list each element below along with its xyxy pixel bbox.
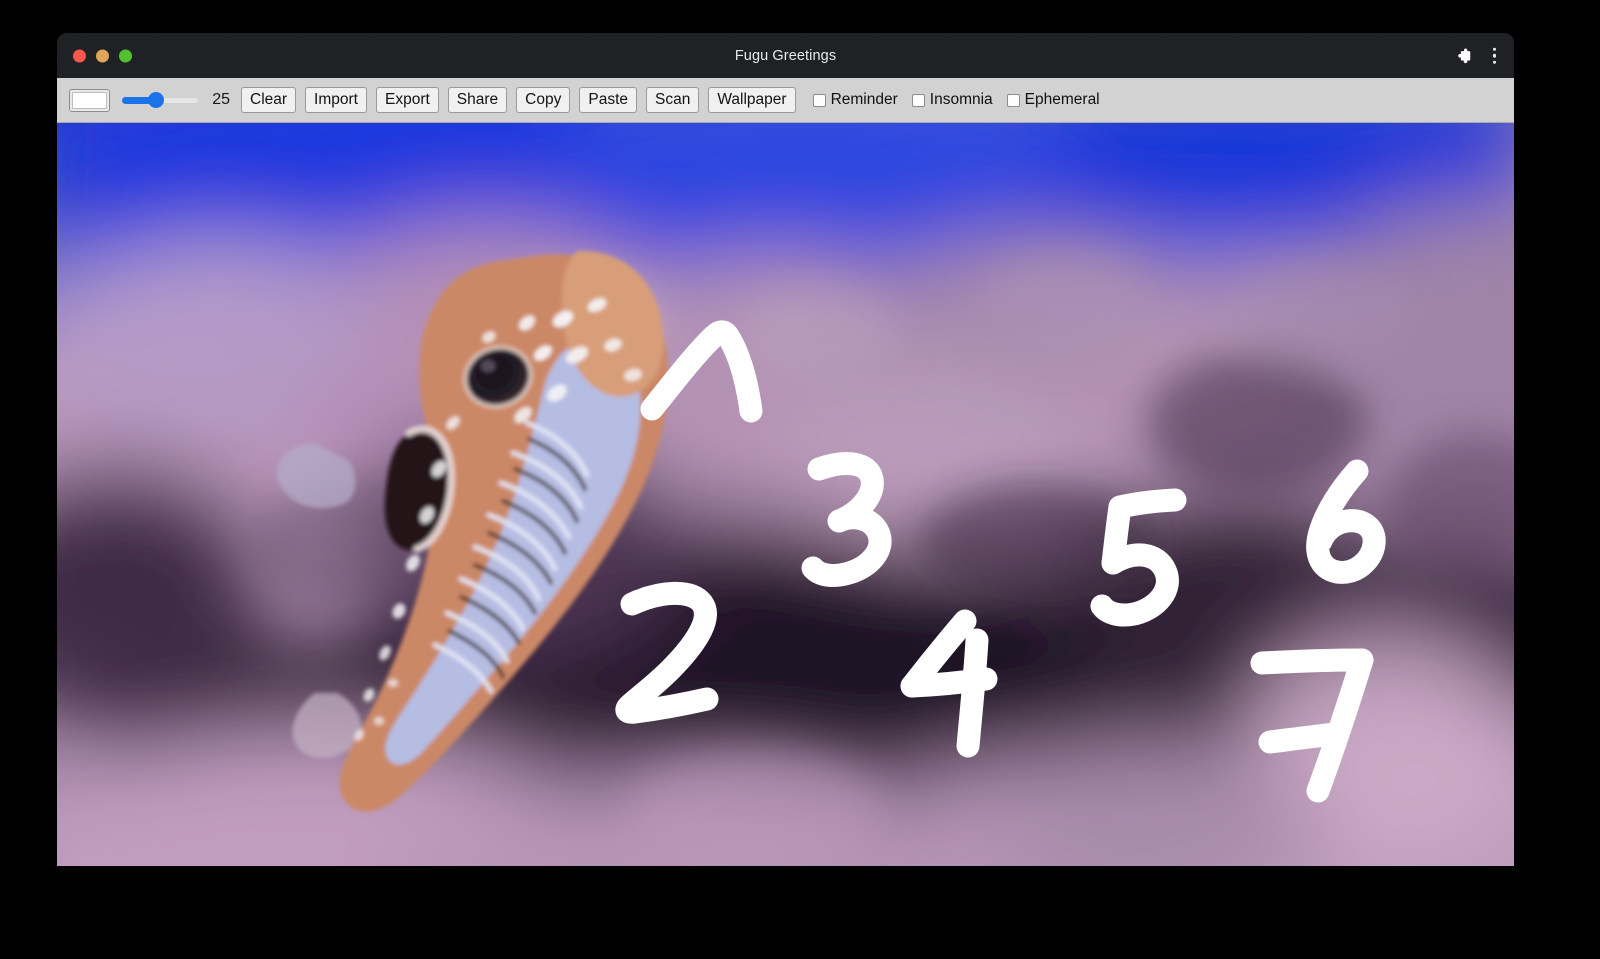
traffic-lights	[73, 49, 132, 62]
color-picker-swatch[interactable]	[69, 88, 110, 112]
insomnia-checkbox[interactable]: Insomnia	[911, 91, 993, 109]
slider-fill	[122, 96, 152, 104]
clear-button[interactable]: Clear	[241, 86, 297, 114]
window-title: Fugu Greetings	[734, 47, 837, 64]
export-button[interactable]: Export	[375, 86, 439, 114]
maximize-window-button[interactable]	[119, 49, 132, 62]
minimize-window-button[interactable]	[96, 49, 109, 62]
slider-thumb[interactable]	[148, 92, 165, 108]
copy-button[interactable]: Copy	[516, 86, 571, 114]
scan-button[interactable]: Scan	[646, 86, 700, 114]
screen: Fugu Greetings 25 Clear Import Export Sh…	[0, 0, 1600, 959]
share-button[interactable]: Share	[447, 86, 508, 114]
browser-menu-icon[interactable]	[1488, 44, 1502, 67]
pen-size-slider[interactable]	[122, 89, 199, 111]
ephemeral-checkbox-label: Ephemeral	[1024, 91, 1100, 108]
reminder-checkbox-label: Reminder	[830, 91, 898, 108]
wallpaper-button[interactable]: Wallpaper	[708, 86, 796, 114]
ephemeral-checkbox[interactable]: Ephemeral	[1006, 91, 1100, 109]
insomnia-checkbox-box[interactable]	[911, 93, 925, 107]
drawing-canvas[interactable]	[57, 123, 1514, 866]
ephemeral-checkbox-box[interactable]	[1006, 93, 1020, 107]
title-bar: Fugu Greetings	[57, 33, 1514, 78]
toolbar-checkboxes: Reminder Insomnia Ephemeral	[812, 91, 1100, 109]
import-button[interactable]: Import	[305, 86, 367, 114]
extensions-icon[interactable]	[1454, 46, 1474, 66]
app-window: Fugu Greetings 25 Clear Import Export Sh…	[57, 33, 1514, 866]
pen-size-value: 25	[212, 91, 230, 108]
insomnia-checkbox-label: Insomnia	[929, 91, 993, 108]
reminder-checkbox[interactable]: Reminder	[812, 91, 898, 109]
app-toolbar: 25 Clear Import Export Share Copy Paste …	[57, 78, 1514, 123]
ink-layer	[57, 123, 1514, 866]
close-window-button[interactable]	[73, 49, 86, 62]
paste-button[interactable]: Paste	[579, 86, 637, 114]
title-bar-actions	[1454, 44, 1502, 67]
reminder-checkbox-box[interactable]	[812, 93, 826, 107]
